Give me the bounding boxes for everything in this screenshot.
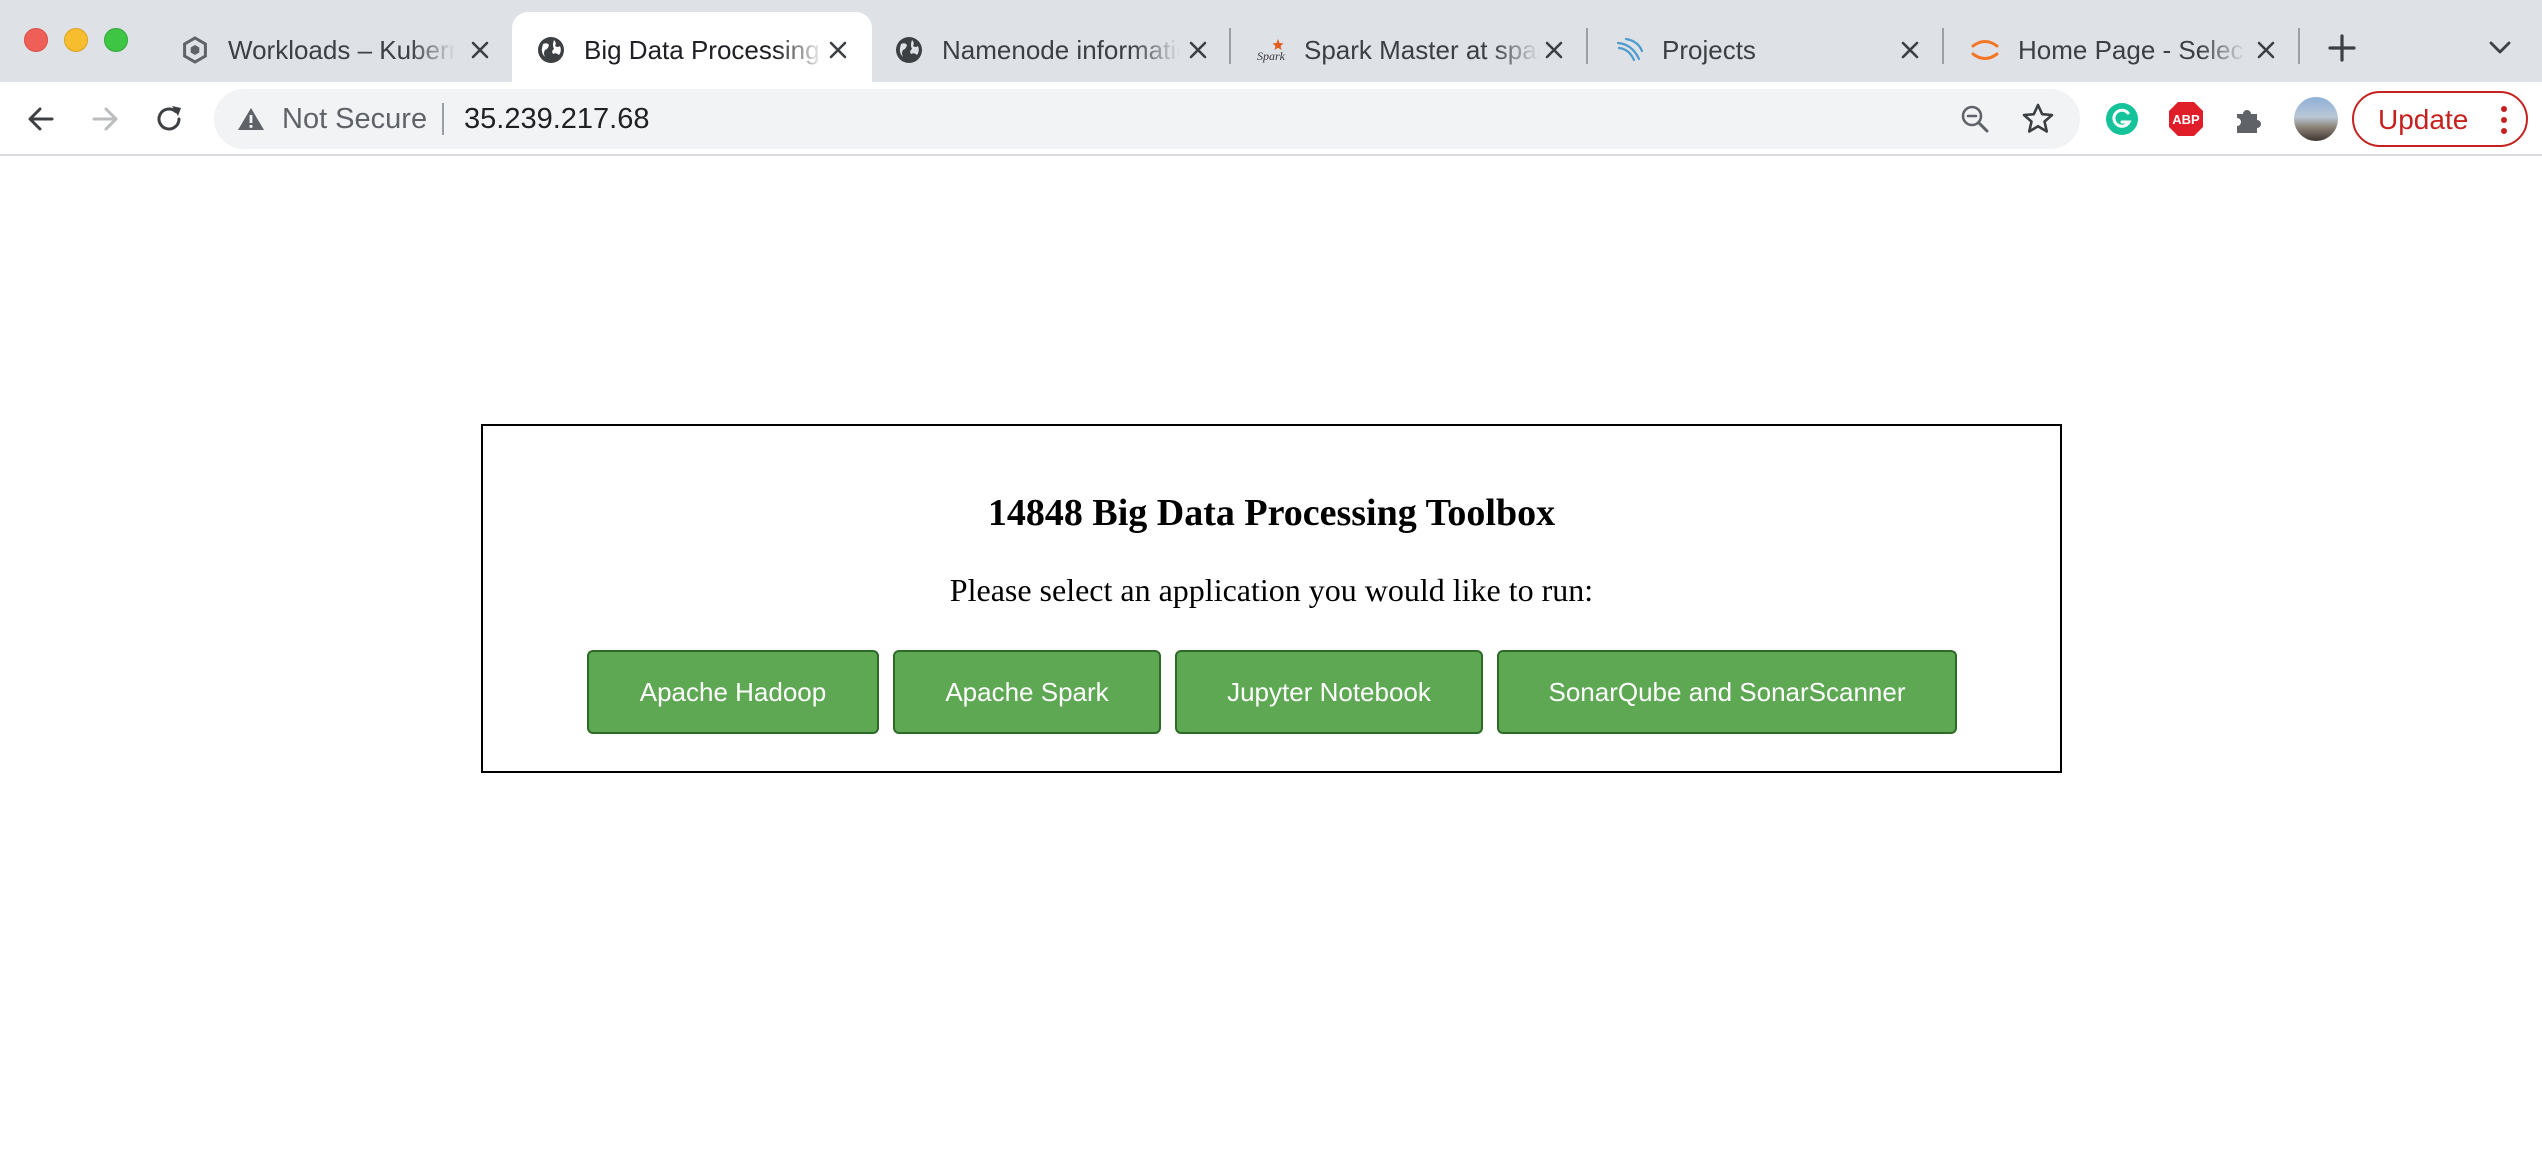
globe-icon [538, 37, 564, 63]
tab-big-data-processing[interactable]: Big Data Processing Toolbox [512, 12, 872, 82]
address-bar[interactable]: Not Secure 35.239.217.68 [214, 89, 2080, 149]
warning-icon[interactable] [236, 104, 266, 134]
tab-title: Spark Master at spark [1304, 35, 1540, 65]
adblock-plus-extension-button[interactable]: ABP [2166, 99, 2206, 139]
spark-logo-icon: Spark [1257, 39, 1286, 63]
window-zoom-button[interactable] [104, 28, 128, 52]
update-button[interactable]: Update [2352, 91, 2528, 147]
address-divider [442, 103, 444, 135]
page-title: 14848 Big Data Processing Toolbox [987, 492, 1556, 534]
tab-home-page[interactable]: Home Page - Select [1946, 12, 2302, 82]
bookmark-star-icon[interactable] [2020, 101, 2056, 137]
jupyter-logo-icon [1971, 40, 1999, 60]
tab-title: Home Page - Select [2018, 35, 2246, 65]
tab-separator [1942, 28, 1944, 64]
tab-namenode-information[interactable]: Namenode information [870, 12, 1228, 82]
arrow-left-icon [28, 107, 54, 131]
chevron-down-icon [2489, 41, 2511, 54]
new-tab-button[interactable] [2322, 28, 2362, 68]
adblock-plus-extension-icon: ABP [2169, 102, 2203, 136]
apache-spark-button[interactable]: Apache Spark [893, 650, 1161, 734]
close-icon[interactable] [1894, 34, 1926, 66]
jupyter-notebook-button[interactable]: Jupyter Notebook [1175, 650, 1483, 734]
toolbox-panel: 14848 Big Data Processing Toolbox Please… [481, 424, 2062, 773]
svg-text:Spark: Spark [1257, 49, 1286, 63]
window-close-button[interactable] [24, 28, 48, 52]
update-button-label: Update [2378, 104, 2469, 135]
tab-strip: Workloads – Kubernetes Big Data Processi… [0, 0, 2542, 82]
tab-spark-master[interactable]: Spark Spark Master at spark [1232, 12, 1588, 82]
tab-separator [1229, 28, 1231, 64]
profile-avatar[interactable] [2294, 97, 2338, 141]
globe-icon [896, 37, 922, 63]
close-icon[interactable] [464, 34, 496, 66]
tab-title: Workloads – Kubernetes [228, 35, 456, 65]
close-icon[interactable] [1538, 34, 1570, 66]
abp-label: ABP [2172, 112, 2200, 127]
sonarqube-sonarscanner-button[interactable]: SonarQube and SonarScanner [1497, 650, 1957, 734]
window-minimize-button[interactable] [64, 28, 88, 52]
tab-separator [2298, 28, 2300, 64]
back-button[interactable] [20, 98, 62, 140]
reload-icon [157, 106, 181, 131]
extensions-button[interactable] [2230, 99, 2270, 139]
grammarly-extension-button[interactable] [2102, 99, 2142, 139]
tab-title: Projects [1662, 35, 1756, 65]
selection-prompt: Please select an application you would l… [949, 572, 1594, 608]
close-icon[interactable] [822, 34, 854, 66]
url-text[interactable]: 35.239.217.68 [464, 102, 649, 136]
tab-title: Namenode information [942, 35, 1180, 65]
tab-separator [1586, 28, 1588, 64]
tab-workloads[interactable]: Workloads – Kubernetes [156, 12, 508, 82]
security-status-label[interactable]: Not Secure [282, 102, 427, 136]
tab-projects[interactable]: Projects [1590, 12, 1944, 82]
close-icon[interactable] [1182, 34, 1214, 66]
browser-toolbar: Not Secure 35.239.217.68 ABP Update [0, 82, 2542, 156]
zoom-icon[interactable] [1958, 102, 1992, 136]
close-icon[interactable] [2250, 34, 2282, 66]
sonarqube-logo-icon [1616, 37, 1644, 62]
kebab-menu-icon [2501, 106, 2507, 134]
tab-title: Big Data Processing Toolbox [584, 35, 824, 65]
tab-search-button[interactable] [2482, 30, 2518, 66]
kubernetes-engine-icon [183, 36, 207, 64]
apache-hadoop-button[interactable]: Apache Hadoop [587, 650, 879, 734]
arrow-right-icon [92, 107, 118, 131]
forward-button[interactable] [84, 98, 126, 140]
reload-button[interactable] [148, 98, 190, 140]
extensions-puzzle-icon [2237, 110, 2261, 133]
grammarly-extension-icon [2106, 103, 2138, 135]
plus-icon [2328, 34, 2356, 62]
